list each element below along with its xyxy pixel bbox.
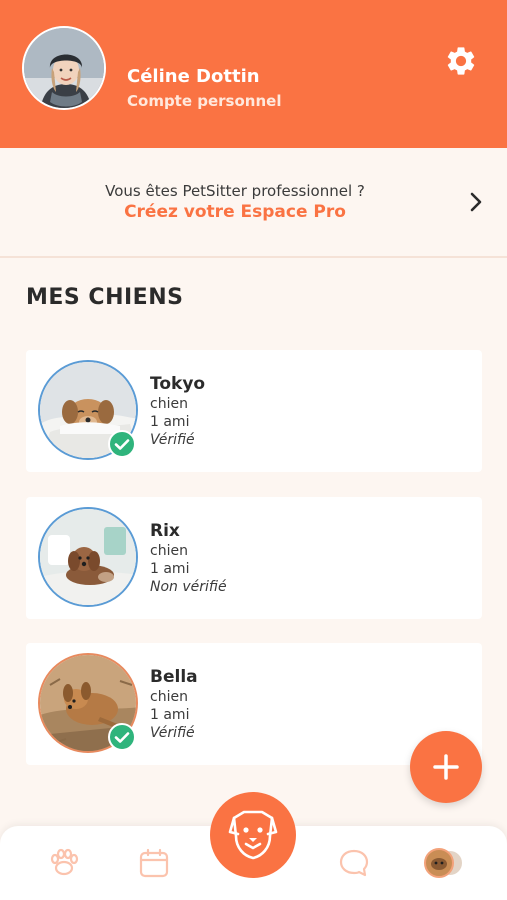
dog-card-tokyo[interactable]: Tokyo chien 1 ami Vérifié [26,350,482,472]
gear-icon[interactable] [444,44,478,78]
paw-icon[interactable] [47,846,81,880]
dog-verification-status: Vérifié [150,432,195,448]
pro-space-banner[interactable]: Vous êtes PetSitter professionnel ? Crée… [0,148,507,258]
dog-photo [38,507,138,607]
chat-bubble-icon[interactable] [337,846,371,880]
create-pro-space-link[interactable]: Créez votre Espace Pro [0,202,470,222]
profile-header: Céline Dottin Compte personnel [0,0,507,148]
dog-type: chien [150,396,188,412]
dog-friends-count: 1 ami [150,707,190,723]
pro-question-text: Vous êtes PetSitter professionnel ? [105,182,365,200]
verified-check-icon [108,723,136,751]
dog-name: Tokyo [150,374,206,394]
add-dog-button[interactable] [410,731,482,803]
dog-name: Rix [150,521,180,541]
dog-name: Bella [150,667,198,687]
plus-icon [433,754,459,780]
dog-friends-count: 1 ami [150,414,190,430]
profile-name: Céline Dottin [127,66,260,87]
dog-verification-status: Non vérifié [150,579,227,595]
dog-type: chien [150,543,188,559]
dog-type: chien [150,689,188,705]
calendar-icon[interactable] [137,846,171,880]
dog-face-icon[interactable] [210,792,296,878]
verified-check-icon [108,430,136,458]
profile-avatar[interactable] [22,26,106,110]
dog-friends-count: 1 ami [150,561,190,577]
chevron-right-icon[interactable] [466,191,486,213]
dog-verification-status: Vérifié [150,725,195,741]
dog-card-rix[interactable]: Rix chien 1 ami Non vérifié [26,497,482,619]
dogs-avatar[interactable] [422,846,466,880]
account-type: Compte personnel [127,92,282,110]
section-title: MES CHIENS [26,285,184,310]
